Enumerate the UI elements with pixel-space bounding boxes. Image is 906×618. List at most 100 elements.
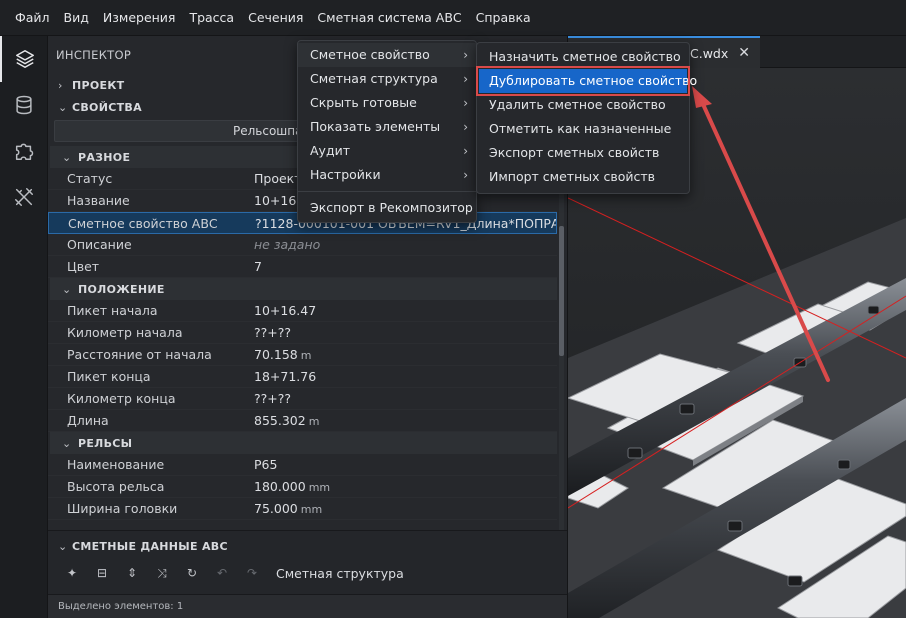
menu-bar: Файл Вид Измерения Трасса Сечения Сметна… bbox=[0, 0, 906, 36]
property-row[interactable]: Пикет начала 10+16.47 bbox=[48, 300, 557, 322]
chevron-down-icon: ⌄ bbox=[62, 436, 72, 450]
menu-view[interactable]: Вид bbox=[57, 10, 96, 25]
context-menu: Сметное свойство › Сметная структура › С… bbox=[297, 40, 477, 223]
scrollbar-thumb[interactable] bbox=[559, 226, 564, 356]
chevron-right-icon: › bbox=[463, 96, 468, 110]
property-key: Статус bbox=[67, 171, 113, 186]
puzzle-icon bbox=[15, 143, 34, 160]
layers-button[interactable] bbox=[0, 36, 48, 82]
chevron-right-icon: › bbox=[463, 168, 468, 182]
property-key: Пикет конца bbox=[67, 369, 151, 384]
property-key: Описание bbox=[67, 237, 132, 252]
property-key: Длина bbox=[67, 413, 109, 428]
section-properties-label: СВОЙСТВА bbox=[72, 100, 142, 114]
chevron-down-icon: ⌄ bbox=[58, 539, 68, 553]
close-icon[interactable]: ✕ bbox=[738, 45, 750, 61]
property-key: Цвет bbox=[67, 259, 100, 274]
group-position-label: ПОЛОЖЕНИЕ bbox=[78, 282, 165, 296]
submenu-item-delete[interactable]: Удалить сметное свойство bbox=[477, 93, 689, 117]
property-row[interactable]: Ширина головки 75.000 mm bbox=[48, 498, 557, 520]
group-position[interactable]: ⌄ ПОЛОЖЕНИЕ bbox=[50, 278, 557, 300]
inspector-scrollbar[interactable] bbox=[559, 186, 564, 560]
magic-wand-icon[interactable]: ✦ bbox=[60, 561, 84, 585]
property-key: Километр начала bbox=[67, 325, 183, 340]
menu-item-settings[interactable]: Настройки › bbox=[298, 163, 476, 187]
menu-sections[interactable]: Сечения bbox=[241, 10, 310, 25]
section-abv[interactable]: ⌄ СМЕТНЫЕ ДАННЫЕ АВС bbox=[48, 535, 567, 557]
chevron-right-icon: › bbox=[463, 72, 468, 86]
property-value: ??+?? bbox=[254, 391, 292, 406]
database-icon bbox=[16, 95, 32, 115]
filter-icon[interactable]: ⊟ bbox=[90, 561, 114, 585]
group-misc-label: РАЗНОЕ bbox=[78, 150, 131, 164]
property-row[interactable]: Пикет конца 18+71.76 bbox=[48, 366, 557, 388]
chevron-right-icon: › bbox=[463, 120, 468, 134]
property-row[interactable]: Описание не задано bbox=[48, 234, 557, 256]
property-row[interactable]: Длина 855.302 m bbox=[48, 410, 557, 432]
menu-route[interactable]: Трасса bbox=[182, 10, 241, 25]
submenu-item-duplicate[interactable]: Дублировать сметное свойство bbox=[476, 66, 697, 96]
menu-item-audit[interactable]: Аудит › bbox=[298, 139, 476, 163]
property-value: 10+16.47 bbox=[254, 303, 317, 318]
property-row[interactable]: Цвет 7 bbox=[48, 256, 557, 278]
menu-abv-system[interactable]: Сметная система АВС bbox=[310, 10, 468, 25]
section-abv-label: СМЕТНЫЕ ДАННЫЕ АВС bbox=[72, 539, 228, 553]
chevron-right-icon: › bbox=[58, 78, 63, 92]
group-rails-label: РЕЛЬСЫ bbox=[78, 436, 133, 450]
tools-icon bbox=[15, 188, 33, 206]
section-project-label: ПРОЕКТ bbox=[72, 78, 125, 92]
redo-icon[interactable]: ↷ bbox=[240, 561, 264, 585]
property-value: 7 bbox=[254, 259, 262, 274]
collapse-icon[interactable]: ⤨ bbox=[150, 561, 174, 585]
menu-item-estimate-property[interactable]: Сметное свойство › bbox=[298, 43, 476, 67]
group-rails[interactable]: ⌄ РЕЛЬСЫ bbox=[50, 432, 557, 454]
property-key: Наименование bbox=[67, 457, 165, 472]
submenu-item-export[interactable]: Экспорт сметных свойств bbox=[477, 141, 689, 165]
property-key: Пикет начала bbox=[67, 303, 158, 318]
chevron-down-icon: ⌄ bbox=[62, 282, 72, 296]
property-value: 180.000 mm bbox=[254, 479, 331, 494]
menu-separator bbox=[298, 191, 476, 192]
menu-item-show-elements[interactable]: Показать элементы › bbox=[298, 115, 476, 139]
submenu-item-mark-assigned[interactable]: Отметить как назначенные bbox=[477, 117, 689, 141]
estimate-property-submenu: Назначить сметное свойство Дублировать с… bbox=[476, 42, 697, 194]
property-key: Километр конца bbox=[67, 391, 176, 406]
selection-status: Выделено элементов: 1 bbox=[48, 594, 567, 618]
property-key: Расстояние от начала bbox=[67, 347, 212, 362]
chevron-right-icon: › bbox=[463, 48, 468, 62]
undo-icon[interactable]: ↶ bbox=[210, 561, 234, 585]
tool-rail bbox=[0, 36, 48, 618]
estimate-structure-label: Сметная структура bbox=[276, 565, 404, 581]
submenu-item-assign[interactable]: Назначить сметное свойство bbox=[477, 45, 689, 69]
layers-icon bbox=[16, 50, 34, 68]
property-row[interactable]: Высота рельса 180.000 mm bbox=[48, 476, 557, 498]
menu-item-hide-done[interactable]: Скрыть готовые › bbox=[298, 91, 476, 115]
abv-panel: ⌄ СМЕТНЫЕ ДАННЫЕ АВС ✦ ⊟ ⇕ ⤨ ↻ ↶ ↷ Сметн… bbox=[48, 530, 567, 618]
menu-help[interactable]: Справка bbox=[469, 10, 538, 25]
property-value: не задано bbox=[254, 237, 321, 252]
puzzle-button[interactable] bbox=[0, 128, 48, 174]
abv-toolbar: ✦ ⊟ ⇕ ⤨ ↻ ↶ ↷ Сметная структура bbox=[48, 557, 567, 589]
refresh-icon[interactable]: ↻ bbox=[180, 561, 204, 585]
database-button[interactable] bbox=[0, 82, 48, 128]
property-row[interactable]: Километр конца ??+?? bbox=[48, 388, 557, 410]
expand-icon[interactable]: ⇕ bbox=[120, 561, 144, 585]
chevron-right-icon: › bbox=[463, 144, 468, 158]
property-row[interactable]: Расстояние от начала 70.158 m bbox=[48, 344, 557, 366]
property-row[interactable]: Наименование P65 bbox=[48, 454, 557, 476]
menu-item-export-recompositor[interactable]: Экспорт в Рекомпозитор bbox=[298, 196, 476, 220]
property-value: P65 bbox=[254, 457, 278, 472]
submenu-item-import[interactable]: Импорт сметных свойств bbox=[477, 165, 689, 189]
chevron-down-icon: ⌄ bbox=[58, 100, 68, 114]
property-key: Ширина головки bbox=[67, 501, 178, 516]
menu-measurements[interactable]: Измерения bbox=[96, 10, 183, 25]
menu-file[interactable]: Файл bbox=[8, 10, 57, 25]
menu-item-estimate-structure[interactable]: Сметная структура › bbox=[298, 67, 476, 91]
property-key: Высота рельса bbox=[67, 479, 165, 494]
property-value: ??+?? bbox=[254, 325, 292, 340]
property-value: 70.158 m bbox=[254, 347, 312, 362]
property-row[interactable]: Километр начала ??+?? bbox=[48, 322, 557, 344]
chevron-down-icon: ⌄ bbox=[62, 150, 72, 164]
property-key: Сметное свойство АВС bbox=[68, 215, 218, 231]
tools-button[interactable] bbox=[0, 174, 48, 220]
